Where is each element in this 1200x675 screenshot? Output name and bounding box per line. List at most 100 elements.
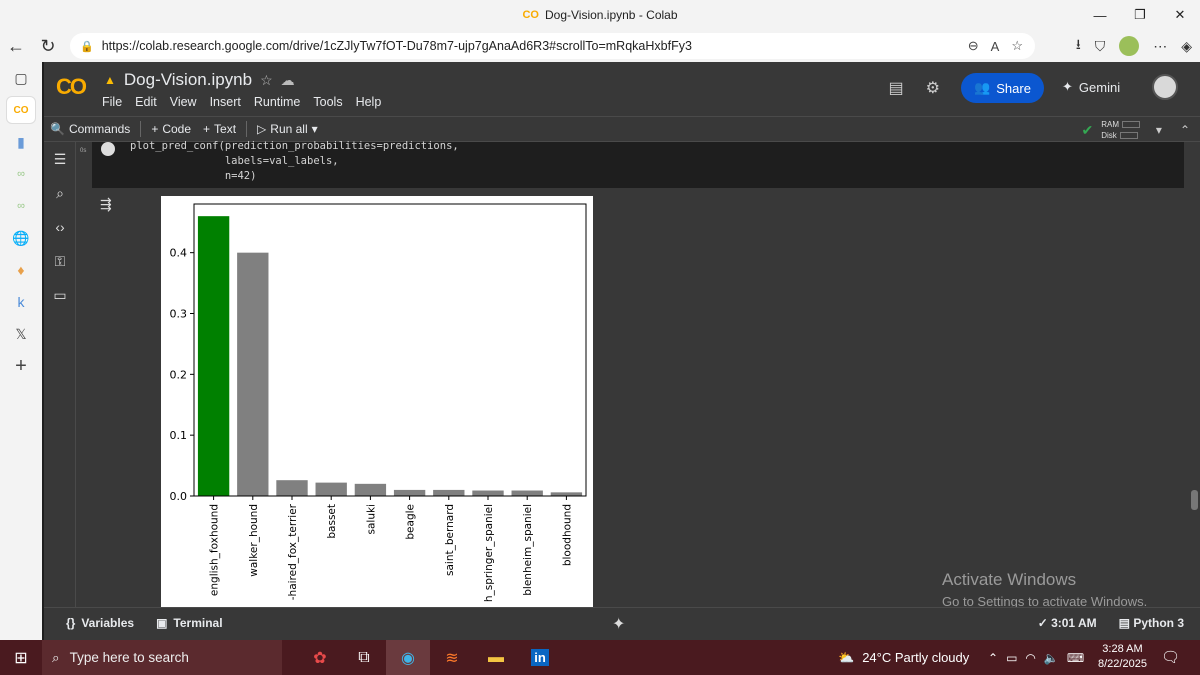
url-input[interactable]: 🔒 https://colab.research.google.com/driv…: [70, 33, 1035, 59]
add-text-button[interactable]: + Text: [197, 122, 242, 136]
plot-image: 0.0 0.1 0.2 0.3 0.4 english_foxhound walker_ho…: [161, 196, 593, 607]
clock-time: 3:28 AM: [1102, 643, 1143, 655]
settings-gear-icon[interactable]: ⚙: [926, 78, 940, 98]
favorite-star-icon[interactable]: ☆: [1011, 38, 1023, 54]
menu-insert[interactable]: Insert: [210, 95, 241, 109]
collapse-icon[interactable]: ⌃: [1180, 123, 1190, 137]
user-avatar[interactable]: [1152, 74, 1178, 100]
star-icon[interactable]: ☆: [260, 72, 273, 89]
sidebar-app-icon[interactable]: ▮: [0, 126, 42, 158]
add-icon[interactable]: +: [0, 350, 42, 382]
commands-button[interactable]: 🔍 Commands: [44, 122, 136, 136]
gemini-button[interactable]: ✦ Gemini: [1062, 79, 1120, 95]
app-icon[interactable]: ≋: [430, 640, 474, 675]
add-code-button[interactable]: + Code: [145, 122, 197, 136]
edge-browser-icon[interactable]: ◉: [386, 640, 430, 675]
taskbar-clock[interactable]: 3:28 AM 8/22/2025: [1098, 642, 1147, 672]
taskbar-search[interactable]: ⌕ Type here to search: [42, 640, 282, 675]
menu-bar: File Edit View Insert Runtime Tools Help: [102, 95, 381, 109]
battery-icon[interactable]: ▭: [1006, 651, 1017, 665]
variables-button[interactable]: {} Variables: [66, 616, 134, 630]
last-run-status[interactable]: ✓ 3:01 AM: [1038, 616, 1097, 630]
cloud-saved-icon[interactable]: ☁: [281, 72, 295, 89]
volume-icon[interactable]: 🔈: [1044, 651, 1059, 665]
terminal-button[interactable]: ▣ Terminal: [156, 616, 222, 630]
wifi-icon[interactable]: ◠: [1025, 651, 1035, 665]
comments-icon[interactable]: ▤: [889, 78, 904, 98]
restore-button[interactable]: ❐: [1120, 0, 1160, 30]
colab-tab-icon[interactable]: CO: [6, 96, 36, 124]
weather-widget[interactable]: ⛅ 24°C Partly cloudy: [838, 640, 969, 675]
partly-cloudy-icon: ⛅: [838, 649, 855, 665]
menu-view[interactable]: View: [170, 95, 197, 109]
drive-icon: ▲: [104, 73, 116, 87]
run-cell-button[interactable]: [101, 142, 115, 156]
output-actions-icon[interactable]: ⇶: [100, 196, 112, 213]
toc-icon[interactable]: ☰: [44, 142, 76, 176]
runtime-status[interactable]: ▤ Python 3: [1119, 616, 1184, 630]
linkedin-icon[interactable]: in: [518, 640, 562, 675]
share-button[interactable]: 👥 Share: [961, 73, 1044, 103]
colab-tab-icon: CO: [522, 9, 539, 21]
copilot-icon[interactable]: ◈: [1181, 38, 1192, 55]
gemini-sparkle-icon[interactable]: ✦: [612, 614, 625, 634]
sidebar-app-icon[interactable]: ♦: [0, 254, 42, 286]
commands-label: Commands: [68, 122, 131, 136]
close-button[interactable]: ✕: [1160, 0, 1200, 30]
profile-avatar[interactable]: [1119, 36, 1140, 56]
globe-icon[interactable]: 🌐: [0, 222, 42, 254]
resources-indicator[interactable]: ✔ RAM Disk: [1081, 117, 1140, 143]
code-text[interactable]: plot_pred_conf(prediction_probabilities=…: [130, 139, 459, 184]
sidebar-app-icon[interactable]: k: [0, 286, 42, 318]
more-menu-icon[interactable]: ⋯: [1153, 38, 1167, 55]
browser-sidebar: ▢ CO ▮ ∞ ∞ 🌐 ♦ k 𝕏 +: [0, 62, 42, 640]
chevron-down-icon[interactable]: ▾: [1156, 123, 1162, 137]
notebook-title[interactable]: Dog-Vision.ipynb: [124, 70, 252, 90]
sidebar-app-icon[interactable]: ∞: [0, 190, 42, 222]
bar-blenheim_spaniel: [511, 490, 543, 496]
x-tick-label: walker_hound: [248, 504, 260, 577]
files-folder-icon[interactable]: ▭: [44, 278, 76, 312]
y-tick-label: 0.2: [170, 368, 188, 381]
status-bar: {} Variables ▣ Terminal ✦ ✓ 3:01 AM ▤ Pyth…: [44, 607, 1200, 637]
secrets-key-icon[interactable]: ⚿: [44, 244, 76, 278]
window-title-text: Dog-Vision.ipynb - Colab: [544, 8, 678, 22]
notifications-icon[interactable]: 🗨: [1161, 648, 1180, 666]
scrollbar[interactable]: [1191, 490, 1198, 510]
left-rail: ☰ ⌕ ‹› ⚿ ▭: [44, 142, 76, 607]
keyboard-icon[interactable]: ⌨: [1067, 651, 1084, 665]
menu-runtime[interactable]: Runtime: [254, 95, 301, 109]
x-tick-label: h_springer_spaniel: [483, 504, 495, 602]
shield-icon[interactable]: ⛉: [1095, 38, 1106, 55]
windows-start-icon[interactable]: ⊞: [0, 640, 42, 675]
task-view-icon[interactable]: ⧉: [342, 640, 386, 675]
download-icon[interactable]: ⭳: [1076, 34, 1081, 58]
x-tick-label: saluki: [365, 504, 377, 534]
minimize-button[interactable]: —: [1080, 0, 1120, 30]
bar-saint_bernard: [433, 489, 465, 496]
find-icon[interactable]: ⌕: [44, 176, 76, 210]
read-aloud-icon[interactable]: A: [991, 39, 1000, 54]
widget-icon[interactable]: ✿: [298, 640, 342, 675]
menu-tools[interactable]: Tools: [313, 95, 342, 109]
sidebar-app-icon[interactable]: ∞: [0, 158, 42, 190]
braces-icon: {}: [66, 615, 76, 630]
tab-actions-icon[interactable]: ▢: [0, 62, 42, 94]
y-tick-label: 0.3: [170, 308, 188, 321]
file-explorer-icon[interactable]: ▬: [474, 640, 518, 675]
search-icon: 🔍: [50, 122, 65, 136]
menu-file[interactable]: File: [102, 95, 122, 109]
x-icon[interactable]: 𝕏: [0, 318, 42, 350]
menu-edit[interactable]: Edit: [135, 95, 157, 109]
weather-text: 24°C Partly cloudy: [862, 650, 970, 665]
chevron-up-icon[interactable]: ⌃: [988, 651, 998, 665]
run-all-button[interactable]: ▷ Run all ▾: [251, 122, 324, 136]
code-cell[interactable]: plot_pred_conf(prediction_probabilities=…: [92, 139, 1184, 188]
colab-logo[interactable]: CO: [56, 74, 87, 100]
refresh-icon[interactable]: ↻: [32, 30, 64, 62]
menu-help[interactable]: Help: [356, 95, 382, 109]
back-arrow-icon[interactable]: ←: [0, 30, 32, 62]
code-snippets-icon[interactable]: ‹›: [44, 210, 76, 244]
x-tick-label: blenheim_spaniel: [522, 504, 534, 596]
zoom-icon[interactable]: ⊖: [968, 38, 979, 54]
